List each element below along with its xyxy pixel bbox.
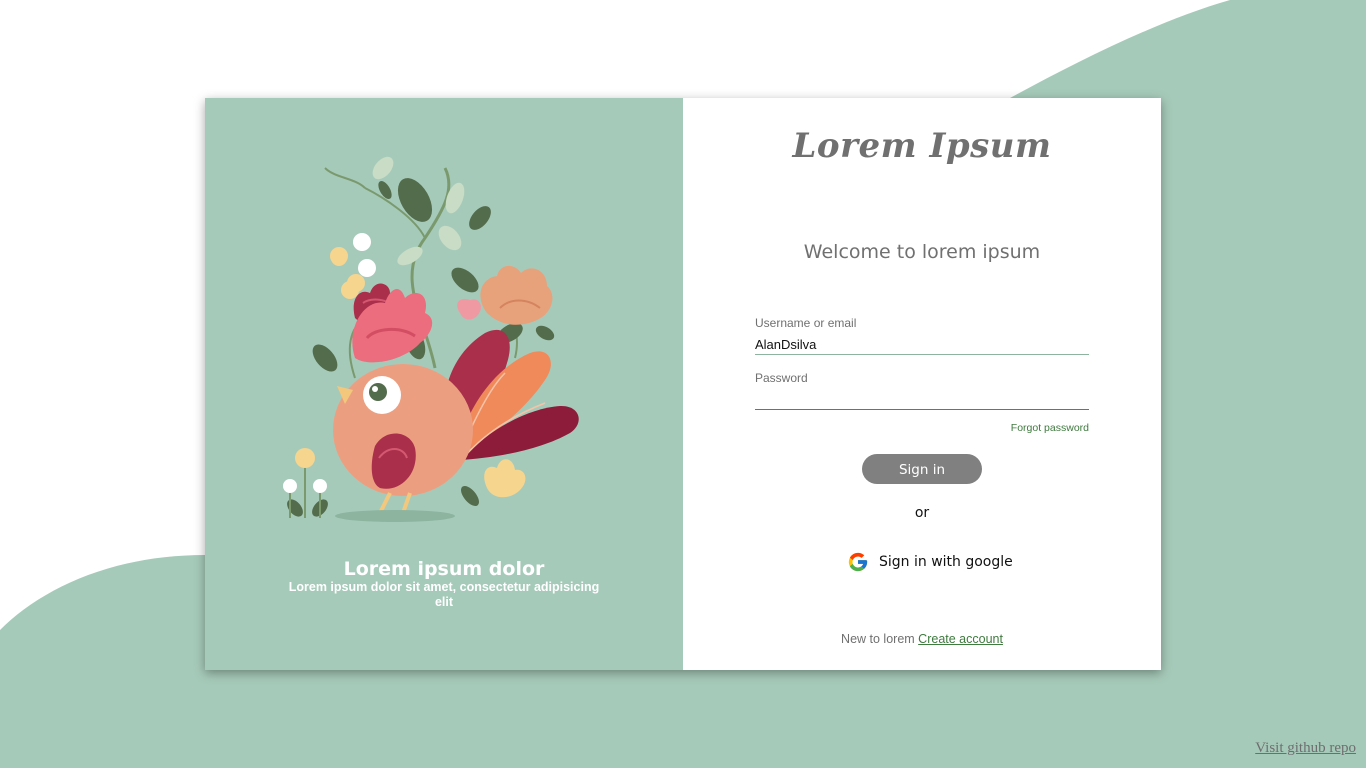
welcome-heading: Welcome to lorem ipsum xyxy=(803,241,1041,263)
create-account-link[interactable]: Create account xyxy=(918,632,1003,646)
or-divider-text: or xyxy=(914,505,930,521)
forgot-password-link[interactable]: Forgot password xyxy=(1011,422,1089,434)
left-panel-title: Lorem ipsum dolor xyxy=(343,558,545,580)
github-repo-link[interactable]: Visit github repo xyxy=(1255,740,1356,757)
left-panel-subtitle: Lorem ipsum dolor sit amet, consectetur … xyxy=(288,580,600,609)
username-field: Username or email xyxy=(755,316,1089,355)
password-input[interactable] xyxy=(755,389,1089,409)
signup-prompt: New to lorem Create account xyxy=(683,632,1161,646)
google-sign-in-label: Sign in with google xyxy=(879,554,1013,570)
left-panel: Lorem ipsum dolor Lorem ipsum dolor sit … xyxy=(205,98,683,670)
username-label: Username or email xyxy=(755,316,857,330)
brand-logo-text: Lorem Ipsum xyxy=(792,126,1052,166)
login-card: Lorem ipsum dolor Lorem ipsum dolor sit … xyxy=(205,98,1161,670)
google-sign-in-button[interactable]: Sign in with google xyxy=(847,550,1013,574)
password-label: Password xyxy=(755,371,808,385)
sign-in-button[interactable]: Sign in xyxy=(862,454,982,484)
right-panel: Lorem Ipsum Welcome to lorem ipsum Usern… xyxy=(683,98,1161,670)
bird-with-flowers-illustration xyxy=(283,156,579,522)
username-input[interactable] xyxy=(755,334,1089,354)
password-underline xyxy=(755,409,1089,410)
password-field: Password xyxy=(755,371,1089,410)
signup-prompt-text: New to lorem xyxy=(841,632,915,646)
google-icon xyxy=(848,552,868,572)
username-underline xyxy=(755,354,1089,355)
